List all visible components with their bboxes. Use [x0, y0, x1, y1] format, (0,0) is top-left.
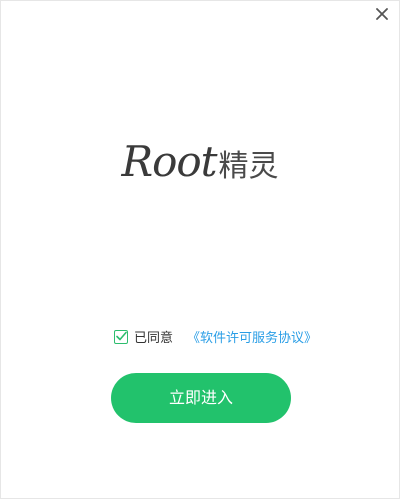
logo-script-text: Root	[121, 137, 217, 186]
agreement-checkbox[interactable]	[114, 329, 128, 344]
close-icon	[376, 8, 388, 20]
close-button[interactable]	[373, 5, 391, 23]
checkmark-icon	[116, 331, 127, 340]
app-window: Root精灵 已同意 《软件许可服务协议》 立即进入	[0, 0, 400, 499]
license-agreement-link[interactable]: 《软件许可服务协议》	[187, 327, 317, 346]
agreement-row: 已同意 《软件许可服务协议》	[114, 327, 317, 346]
logo-cjk-text: 精灵	[218, 149, 279, 184]
enter-now-button[interactable]: 立即进入	[111, 373, 291, 423]
agreement-label: 已同意	[134, 331, 174, 346]
app-logo: Root精灵	[1, 137, 399, 186]
